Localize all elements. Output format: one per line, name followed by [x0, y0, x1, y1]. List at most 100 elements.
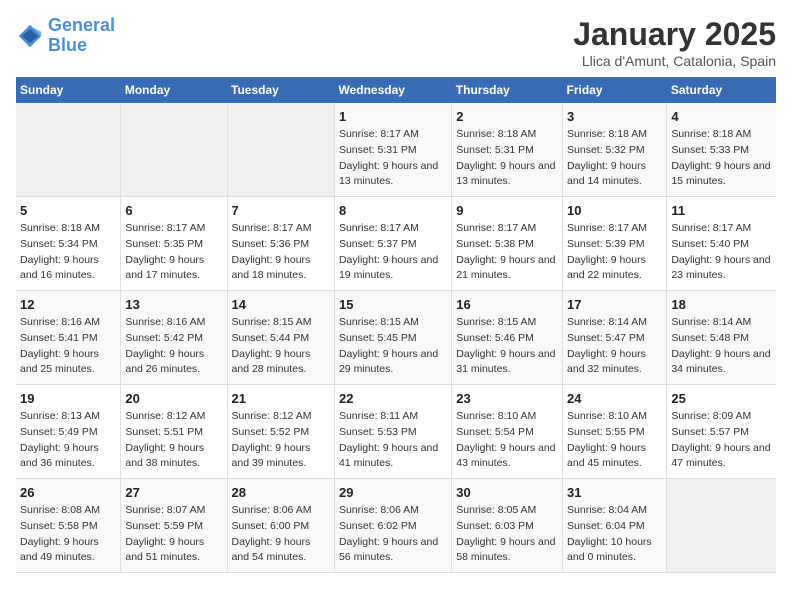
day-number: 16 — [456, 297, 558, 312]
day-number: 9 — [456, 203, 558, 218]
logo-text: General Blue — [48, 16, 115, 56]
day-number: 2 — [456, 109, 558, 124]
day-cell: 7 Sunrise: 8:17 AM Sunset: 5:36 PM Daylig… — [227, 197, 334, 291]
day-cell: 10 Sunrise: 8:17 AM Sunset: 5:39 PM Dayli… — [563, 197, 667, 291]
day-number: 22 — [339, 391, 447, 406]
day-number: 4 — [671, 109, 772, 124]
day-cell: 6 Sunrise: 8:17 AM Sunset: 5:35 PM Daylig… — [121, 197, 227, 291]
day-cell: 21 Sunrise: 8:12 AM Sunset: 5:52 PM Dayli… — [227, 385, 334, 479]
day-cell: 27Sunrise: 8:07 AM Sunset: 5:59 PM Dayli… — [121, 479, 227, 573]
day-cell: 12 Sunrise: 8:16 AM Sunset: 5:41 PM Dayli… — [16, 291, 121, 385]
day-number: 15 — [339, 297, 447, 312]
day-info: Sunrise: 8:12 AM Sunset: 5:52 PM Dayligh… — [232, 409, 330, 472]
day-cell: 9 Sunrise: 8:17 AM Sunset: 5:38 PM Daylig… — [452, 197, 563, 291]
day-number: 23 — [456, 391, 558, 406]
day-cell — [667, 479, 776, 573]
day-cell: 11Sunrise: 8:17 AM Sunset: 5:40 PM Dayli… — [667, 197, 776, 291]
day-info: Sunrise: 8:18 AM Sunset: 5:33 PM Dayligh… — [671, 127, 772, 190]
logo-icon — [16, 22, 44, 50]
day-header-sunday: Sunday — [16, 77, 121, 103]
day-cell: 26Sunrise: 8:08 AM Sunset: 5:58 PM Dayli… — [16, 479, 121, 573]
page-header: General Blue January 2025 Llica d'Amunt,… — [16, 16, 776, 69]
day-info: Sunrise: 8:11 AM Sunset: 5:53 PM Dayligh… — [339, 409, 447, 472]
day-number: 19 — [20, 391, 116, 406]
day-info: Sunrise: 8:17 AM Sunset: 5:35 PM Dayligh… — [125, 221, 222, 284]
day-info: Sunrise: 8:17 AM Sunset: 5:39 PM Dayligh… — [567, 221, 662, 284]
day-info: Sunrise: 8:14 AM Sunset: 5:47 PM Dayligh… — [567, 315, 662, 378]
day-info: Sunrise: 8:15 AM Sunset: 5:45 PM Dayligh… — [339, 315, 447, 378]
day-cell: 8Sunrise: 8:17 AM Sunset: 5:37 PM Daylig… — [334, 197, 451, 291]
day-cell: 25 Sunrise: 8:09 AM Sunset: 5:57 PM Dayli… — [667, 385, 776, 479]
day-header-monday: Monday — [121, 77, 227, 103]
day-cell: 30Sunrise: 8:05 AM Sunset: 6:03 PM Dayli… — [452, 479, 563, 573]
day-number: 14 — [232, 297, 330, 312]
day-cell: 19 Sunrise: 8:13 AM Sunset: 5:49 PM Dayli… — [16, 385, 121, 479]
day-number: 8 — [339, 203, 447, 218]
day-cell — [16, 103, 121, 197]
day-info: Sunrise: 8:14 AM Sunset: 5:48 PM Dayligh… — [671, 315, 772, 378]
day-info: Sunrise: 8:07 AM Sunset: 5:59 PM Dayligh… — [125, 503, 222, 566]
day-cell: 1Sunrise: 8:17 AM Sunset: 5:31 PM Daylig… — [334, 103, 451, 197]
day-info: Sunrise: 8:06 AM Sunset: 6:02 PM Dayligh… — [339, 503, 447, 566]
title-block: January 2025 Llica d'Amunt, Catalonia, S… — [573, 16, 776, 69]
day-number: 12 — [20, 297, 116, 312]
day-number: 18 — [671, 297, 772, 312]
day-number: 6 — [125, 203, 222, 218]
day-number: 13 — [125, 297, 222, 312]
day-info: Sunrise: 8:10 AM Sunset: 5:54 PM Dayligh… — [456, 409, 558, 472]
day-number: 1 — [339, 109, 447, 124]
day-number: 28 — [232, 485, 330, 500]
day-number: 7 — [232, 203, 330, 218]
day-info: Sunrise: 8:13 AM Sunset: 5:49 PM Dayligh… — [20, 409, 116, 472]
day-number: 5 — [20, 203, 116, 218]
day-cell: 23 Sunrise: 8:10 AM Sunset: 5:54 PM Dayli… — [452, 385, 563, 479]
logo: General Blue — [16, 16, 115, 56]
day-info: Sunrise: 8:17 AM Sunset: 5:38 PM Dayligh… — [456, 221, 558, 284]
day-cell: 13 Sunrise: 8:16 AM Sunset: 5:42 PM Dayli… — [121, 291, 227, 385]
day-info: Sunrise: 8:10 AM Sunset: 5:55 PM Dayligh… — [567, 409, 662, 472]
day-info: Sunrise: 8:04 AM Sunset: 6:04 PM Dayligh… — [567, 503, 662, 566]
day-info: Sunrise: 8:06 AM Sunset: 6:00 PM Dayligh… — [232, 503, 330, 566]
day-info: Sunrise: 8:09 AM Sunset: 5:57 PM Dayligh… — [671, 409, 772, 472]
day-cell: 28 Sunrise: 8:06 AM Sunset: 6:00 PM Dayli… — [227, 479, 334, 573]
day-info: Sunrise: 8:18 AM Sunset: 5:34 PM Dayligh… — [20, 221, 116, 284]
day-header-saturday: Saturday — [667, 77, 776, 103]
week-row-3: 12 Sunrise: 8:16 AM Sunset: 5:41 PM Dayli… — [16, 291, 776, 385]
day-cell: 16 Sunrise: 8:15 AM Sunset: 5:46 PM Dayli… — [452, 291, 563, 385]
day-number: 21 — [232, 391, 330, 406]
day-cell: 22 Sunrise: 8:11 AM Sunset: 5:53 PM Dayli… — [334, 385, 451, 479]
logo-line1: General — [48, 15, 115, 35]
day-cell: 29Sunrise: 8:06 AM Sunset: 6:02 PM Dayli… — [334, 479, 451, 573]
day-number: 10 — [567, 203, 662, 218]
day-cell: 24 Sunrise: 8:10 AM Sunset: 5:55 PM Dayli… — [563, 385, 667, 479]
day-header-tuesday: Tuesday — [227, 77, 334, 103]
day-info: Sunrise: 8:17 AM Sunset: 5:40 PM Dayligh… — [671, 221, 772, 284]
month-title: January 2025 — [573, 16, 776, 53]
day-cell: 5 Sunrise: 8:18 AM Sunset: 5:34 PM Daylig… — [16, 197, 121, 291]
week-row-5: 26Sunrise: 8:08 AM Sunset: 5:58 PM Dayli… — [16, 479, 776, 573]
day-info: Sunrise: 8:16 AM Sunset: 5:41 PM Dayligh… — [20, 315, 116, 378]
day-header-thursday: Thursday — [452, 77, 563, 103]
day-number: 25 — [671, 391, 772, 406]
day-header-wednesday: Wednesday — [334, 77, 451, 103]
day-number: 24 — [567, 391, 662, 406]
day-info: Sunrise: 8:05 AM Sunset: 6:03 PM Dayligh… — [456, 503, 558, 566]
day-cell: 4 Sunrise: 8:18 AM Sunset: 5:33 PM Daylig… — [667, 103, 776, 197]
logo-line2: Blue — [48, 36, 115, 56]
week-row-2: 5 Sunrise: 8:18 AM Sunset: 5:34 PM Daylig… — [16, 197, 776, 291]
day-cell: 20Sunrise: 8:12 AM Sunset: 5:51 PM Dayli… — [121, 385, 227, 479]
day-info: Sunrise: 8:17 AM Sunset: 5:36 PM Dayligh… — [232, 221, 330, 284]
day-info: Sunrise: 8:12 AM Sunset: 5:51 PM Dayligh… — [125, 409, 222, 472]
location-subtitle: Llica d'Amunt, Catalonia, Spain — [573, 53, 776, 69]
week-row-1: 1Sunrise: 8:17 AM Sunset: 5:31 PM Daylig… — [16, 103, 776, 197]
day-cell: 31Sunrise: 8:04 AM Sunset: 6:04 PM Dayli… — [563, 479, 667, 573]
day-info: Sunrise: 8:18 AM Sunset: 5:31 PM Dayligh… — [456, 127, 558, 190]
day-cell: 15 Sunrise: 8:15 AM Sunset: 5:45 PM Dayli… — [334, 291, 451, 385]
day-info: Sunrise: 8:16 AM Sunset: 5:42 PM Dayligh… — [125, 315, 222, 378]
day-info: Sunrise: 8:08 AM Sunset: 5:58 PM Dayligh… — [20, 503, 116, 566]
day-cell: 3Sunrise: 8:18 AM Sunset: 5:32 PM Daylig… — [563, 103, 667, 197]
day-info: Sunrise: 8:15 AM Sunset: 5:44 PM Dayligh… — [232, 315, 330, 378]
day-cell: 17Sunrise: 8:14 AM Sunset: 5:47 PM Dayli… — [563, 291, 667, 385]
day-cell — [121, 103, 227, 197]
day-info: Sunrise: 8:15 AM Sunset: 5:46 PM Dayligh… — [456, 315, 558, 378]
